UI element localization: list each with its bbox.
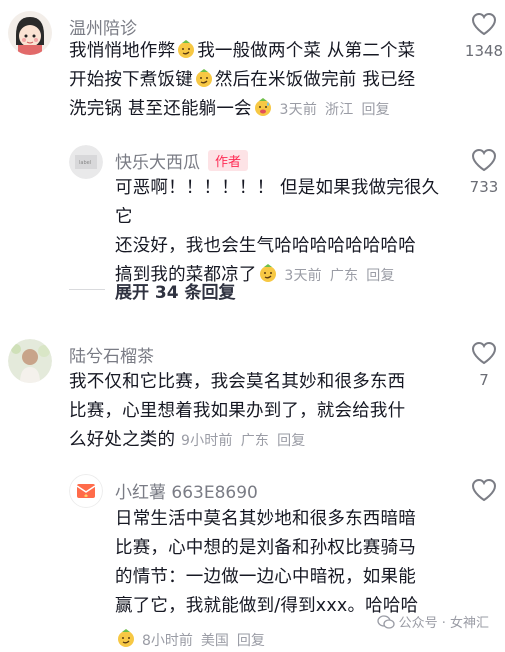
comment-text-line: 可恶啊！！！！！！ 但是如果我做完很久它 — [115, 178, 440, 227]
author-badge: 作者 — [208, 150, 249, 171]
comment-text-line: 我不仅和它比赛，我会莫名其妙和很多东西 — [69, 372, 406, 392]
sweat-face-icon — [253, 97, 273, 117]
smug-face-icon — [194, 68, 214, 88]
like-count: 733 — [469, 178, 499, 196]
avatar[interactable] — [8, 11, 52, 55]
comment-time: 3天前 — [279, 102, 318, 118]
comment-text-line: 比赛，心中想的是刘备和孙权比赛骑马 — [115, 538, 416, 558]
avatar[interactable] — [8, 339, 52, 383]
svg-text:label: label — [79, 160, 91, 166]
username-text: 快乐大西瓜 — [115, 153, 200, 173]
comment-text: 日常生活中莫名其妙地和很多东西暗暗 比赛，心中想的是刘备和孙权比赛骑马 的情节：… — [115, 505, 455, 621]
comment-text: 我不仅和它比赛，我会莫名其妙和很多东西 比赛，心里想着我如果办到了，就会给我什 … — [69, 368, 469, 456]
watermark-text: 公众号 · 女神汇 — [398, 616, 489, 631]
expand-divider — [69, 289, 105, 290]
like-count: 7 — [479, 371, 489, 389]
like-button[interactable] — [454, 478, 505, 502]
comment-meta: 3天前 广东 回复 — [284, 268, 402, 284]
comment-username[interactable]: 陆兮石榴茶 — [69, 342, 154, 367]
comment-time: 3天前 — [284, 268, 322, 284]
comment-location: 广东 — [329, 268, 359, 284]
comment-text-line: 我悄悄地作弊 — [69, 41, 176, 61]
reply-button[interactable]: 回复 — [237, 633, 265, 649]
comment-time: 9小时前 — [180, 433, 233, 449]
reply-button[interactable]: 回复 — [361, 102, 389, 118]
reply-button[interactable]: 回复 — [366, 268, 394, 284]
like-button[interactable]: 1348 — [454, 12, 505, 60]
comment-text-line: 么好处之类的 — [69, 430, 176, 450]
like-button[interactable]: 733 — [454, 148, 505, 196]
comment-text-line: 洗完锅 甚至还能躺一会 — [69, 99, 252, 119]
comment-meta: 8小时前 美国 回复 — [115, 628, 273, 650]
comment-text-line: 然后在米饭做完前 我已经 — [214, 70, 416, 90]
reply-button[interactable]: 回复 — [277, 433, 305, 449]
wechat-icon — [376, 614, 395, 634]
comment-location: 浙江 — [325, 102, 354, 118]
comment-meta: 3天前 浙江 回复 — [280, 102, 398, 118]
like-count: 1348 — [464, 42, 504, 60]
avatar[interactable]: label — [69, 145, 103, 179]
expand-replies-button[interactable]: 展开 34 条回复 — [115, 278, 236, 303]
heart-outline-icon — [471, 148, 497, 172]
comment-text-line: 我一般做两个菜 从第二个菜 — [197, 41, 416, 61]
comment-location: 美国 — [200, 633, 229, 649]
heart-outline-icon — [471, 478, 497, 502]
comment-meta: 9小时前 广东 回复 — [181, 433, 314, 449]
heart-outline-icon — [471, 341, 497, 365]
comment-text: 可恶啊！！！！！！ 但是如果我做完很久它 还没好，我也会生气哈哈哈哈哈哈哈哈 搞… — [115, 174, 455, 291]
comment-text-line: 还没好，我也会生气哈哈哈哈哈哈哈哈 — [115, 236, 416, 256]
comment-text-line: 比赛，心里想着我如果办到了，就会给我什 — [69, 401, 406, 421]
comment-text-line: 开始按下煮饭键 — [69, 70, 193, 90]
heart-outline-icon — [471, 12, 497, 36]
comment-username[interactable]: 快乐大西瓜 作者 — [115, 148, 249, 173]
smug-face-icon — [116, 628, 136, 648]
smug-face-icon — [176, 39, 196, 59]
avatar[interactable] — [69, 474, 103, 508]
comment-text: 我悄悄地作弊 我一般做两个菜 从第二个菜 开始按下煮饭键 然后在米饭做完前 我已经 … — [69, 37, 469, 125]
like-button[interactable]: 7 — [454, 341, 505, 389]
comment-username[interactable]: 小红薯 663E8690 — [115, 478, 258, 503]
comment-text-line: 日常生活中莫名其妙地和很多东西暗暗 — [115, 509, 416, 529]
comment-text-line: 赢了它，我就能做到/得到xxx。哈哈哈 — [115, 596, 419, 616]
watermark: 公众号 · 女神汇 — [376, 612, 489, 634]
comment-location: 广东 — [240, 433, 270, 449]
comment-time: 8小时前 — [142, 633, 193, 649]
comment-username[interactable]: 温州陪诊 — [69, 14, 137, 39]
smug-face-icon — [258, 263, 278, 283]
comment-text-line: 的情节：一边做一边心中暗祝，如果能 — [115, 567, 416, 587]
